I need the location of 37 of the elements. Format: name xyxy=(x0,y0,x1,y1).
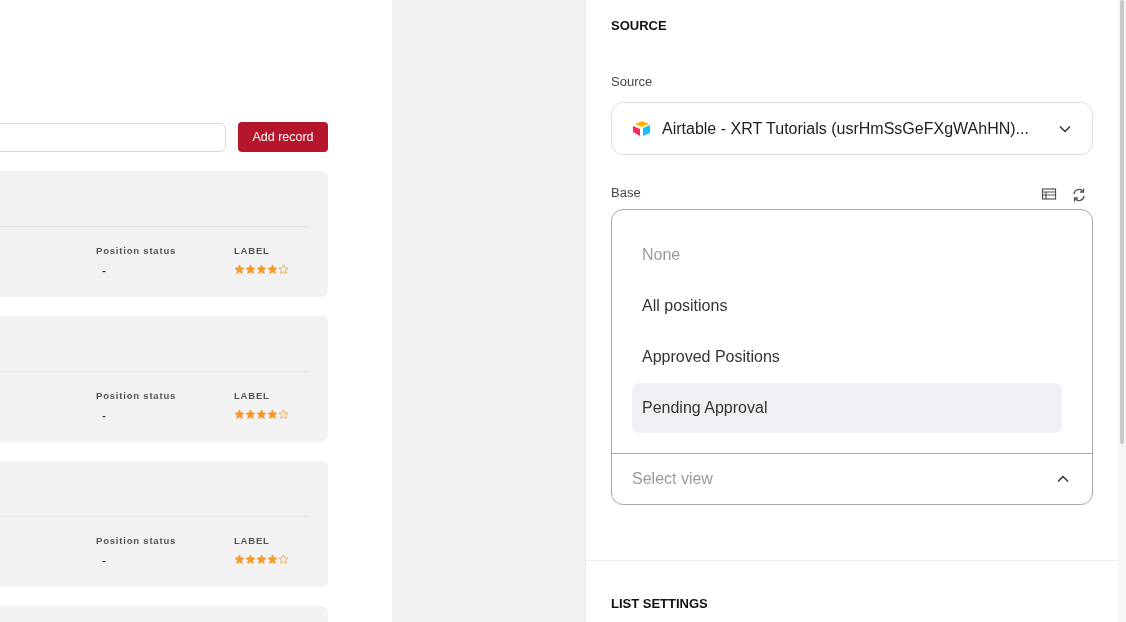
field-label: Position status xyxy=(96,389,178,403)
filled-star-icon xyxy=(234,554,245,566)
empty-star-icon xyxy=(278,409,289,421)
add-record-button[interactable]: Add record xyxy=(238,122,328,152)
field-label: Base xyxy=(611,184,641,202)
field-label: LABEL xyxy=(234,244,271,258)
filled-star-icon xyxy=(245,264,256,276)
table-icon[interactable] xyxy=(1041,186,1057,201)
empty-star-icon xyxy=(278,554,289,566)
filled-star-icon xyxy=(267,554,278,566)
search-field[interactable] xyxy=(0,122,226,152)
field-label: LABEL xyxy=(234,389,271,403)
filled-star-icon xyxy=(267,264,278,276)
field-label: Position status xyxy=(96,244,178,258)
cube-logo-icon xyxy=(632,119,652,138)
section-title: LIST SETTINGS xyxy=(611,594,709,613)
filled-star-icon xyxy=(256,554,267,566)
filled-star-icon xyxy=(256,409,267,421)
filled-star-icon xyxy=(267,409,278,421)
field-value: - xyxy=(101,263,106,281)
filled-star-icon xyxy=(245,554,256,566)
dropdown-option[interactable]: Approved Positions xyxy=(632,331,1062,382)
dropdown-option[interactable]: All positions xyxy=(632,280,1062,331)
field-label: Source xyxy=(611,72,654,91)
filled-star-icon xyxy=(256,264,267,276)
section-title: SOURCE xyxy=(611,17,668,35)
field-label: Position status xyxy=(96,534,178,548)
filled-star-icon xyxy=(234,409,245,421)
field-value: - xyxy=(101,553,106,571)
dropdown-option[interactable]: Pending Approval xyxy=(632,382,1062,433)
refresh-icon[interactable] xyxy=(1071,186,1087,203)
empty-star-icon xyxy=(278,264,289,276)
source-select[interactable]: Airtable - XRT Tutorials (usrHmSsGeFXgWAhHN)... xyxy=(611,102,1093,155)
filled-star-icon xyxy=(234,264,245,276)
field-label: LABEL xyxy=(234,534,271,548)
field-value: - xyxy=(101,408,106,426)
filled-star-icon xyxy=(245,409,256,421)
